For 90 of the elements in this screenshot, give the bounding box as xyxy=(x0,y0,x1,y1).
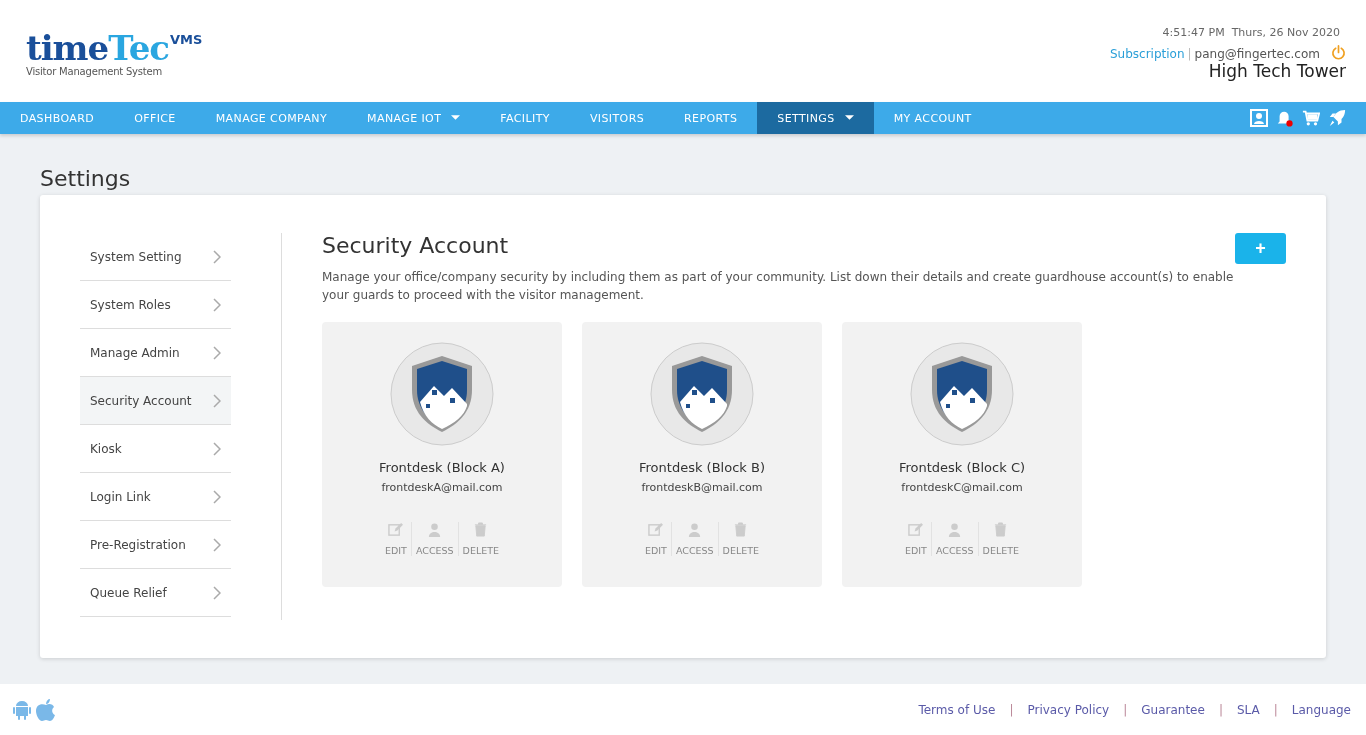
chevron-right-icon xyxy=(213,441,221,456)
separator: | xyxy=(1123,702,1128,717)
date-time: 4:51:47 PM Thurs, 26 Nov 2020 xyxy=(1162,26,1340,39)
delete-action[interactable]: DELETE xyxy=(457,522,503,556)
access-action[interactable]: ACCESS xyxy=(930,522,978,556)
edit-icon xyxy=(388,522,404,537)
bell-icon[interactable] xyxy=(1276,109,1294,127)
account-email: frontdeskB@mail.com xyxy=(641,481,763,494)
logo-tagline: Visitor Management System xyxy=(26,66,164,77)
separator: | xyxy=(1009,702,1014,717)
sidebar-item[interactable]: Security Account xyxy=(80,377,231,425)
chevron-right-icon xyxy=(213,537,221,552)
delete-action[interactable]: DELETE xyxy=(977,522,1023,556)
action-label: ACCESS xyxy=(415,545,454,556)
edit-action[interactable]: EDIT xyxy=(641,522,671,556)
section-title: Security Account xyxy=(322,233,509,258)
chevron-right-icon xyxy=(213,393,221,408)
nav-tab[interactable]: MANAGE COMPANY xyxy=(195,102,348,134)
account-name: Frontdesk (Block B) xyxy=(639,460,765,475)
contact-card-icon[interactable] xyxy=(1250,109,1268,127)
edit-icon xyxy=(908,522,924,537)
trash-icon xyxy=(473,522,489,537)
cart-icon[interactable] xyxy=(1302,109,1320,127)
footer-link[interactable]: SLA xyxy=(1236,702,1260,717)
action-label: DELETE xyxy=(982,545,1019,556)
separator: | xyxy=(1187,47,1192,61)
person-icon xyxy=(687,522,703,537)
nav-tab[interactable]: FACILITY xyxy=(480,102,570,134)
caret-icon[interactable] xyxy=(844,115,854,121)
sidebar-item[interactable]: Login Link xyxy=(80,473,231,521)
account-name: Frontdesk (Block A) xyxy=(379,460,505,475)
footer-link[interactable]: Guarantee xyxy=(1141,702,1205,717)
trash-icon xyxy=(993,522,1009,537)
footer-link[interactable]: Privacy Policy xyxy=(1027,702,1110,717)
section-description: Manage your office/company security by including them as part of your community. List down their details and create guardhouse account(s) to enable your guards to proceed with the visitor management. xyxy=(322,269,1235,304)
person-icon xyxy=(947,522,963,537)
caret-icon[interactable] xyxy=(451,115,461,121)
action-label: EDIT xyxy=(905,545,927,556)
separator: | xyxy=(1273,702,1278,717)
footer-link[interactable]: Language xyxy=(1291,702,1351,717)
shield-house-icon xyxy=(390,342,494,446)
account-email: frontdeskA@mail.com xyxy=(381,481,503,494)
action-label: ACCESS xyxy=(935,545,974,556)
add-button[interactable]: + xyxy=(1235,233,1286,264)
chevron-right-icon xyxy=(213,489,221,504)
logo-wordmark: timeTec xyxy=(26,30,169,66)
sidebar-item[interactable]: Queue Relief xyxy=(80,569,231,617)
trash-icon xyxy=(733,522,749,537)
rocket-icon[interactable] xyxy=(1328,109,1346,127)
shield-house-icon xyxy=(910,342,1014,446)
shield-house-icon xyxy=(650,342,754,446)
chevron-right-icon xyxy=(213,345,221,360)
sidebar-item[interactable]: System Roles xyxy=(80,281,231,329)
sidebar-item[interactable]: Kiosk xyxy=(80,425,231,473)
access-action[interactable]: ACCESS xyxy=(670,522,718,556)
person-icon xyxy=(427,522,443,537)
nav-tab[interactable]: SETTINGS xyxy=(757,102,874,134)
separator: | xyxy=(1218,702,1223,717)
edit-action[interactable]: EDIT xyxy=(381,522,411,556)
android-icon[interactable] xyxy=(12,698,32,721)
power-icon[interactable] xyxy=(1331,45,1346,60)
nav-tab[interactable]: MANAGE IOT xyxy=(347,102,481,134)
edit-action[interactable]: EDIT xyxy=(901,522,931,556)
chevron-right-icon xyxy=(213,249,221,264)
user-email: pang@fingertec.com xyxy=(1194,47,1320,61)
nav-tab[interactable]: REPORTS xyxy=(664,102,758,134)
nav-tab[interactable]: DASHBOARD xyxy=(0,102,115,134)
action-label: DELETE xyxy=(462,545,499,556)
page-title: Settings xyxy=(40,166,132,191)
sidebar-item[interactable]: System Setting xyxy=(80,233,231,281)
account-email: frontdeskC@mail.com xyxy=(901,481,1023,494)
nav-tab[interactable]: MY ACCOUNT xyxy=(873,102,992,134)
subscription-link[interactable]: Subscription xyxy=(1109,47,1185,61)
edit-icon xyxy=(648,522,664,537)
nav-tab[interactable]: OFFICE xyxy=(114,102,196,134)
action-label: ACCESS xyxy=(675,545,714,556)
access-action[interactable]: ACCESS xyxy=(410,522,458,556)
action-label: EDIT xyxy=(645,545,667,556)
account-name: Frontdesk (Block C) xyxy=(898,460,1026,475)
footer-link[interactable]: Terms of Use xyxy=(918,702,996,717)
action-label: EDIT xyxy=(385,545,407,556)
sidebar-item[interactable]: Pre-Registration xyxy=(80,521,231,569)
apple-icon[interactable] xyxy=(36,698,56,721)
delete-action[interactable]: DELETE xyxy=(717,522,763,556)
nav-tab[interactable]: VISITORS xyxy=(569,102,665,134)
logo-suffix-text: VMS xyxy=(169,32,203,47)
action-label: DELETE xyxy=(722,545,759,556)
chevron-right-icon xyxy=(213,585,221,600)
building-name: High Tech Tower xyxy=(1208,61,1346,81)
chevron-right-icon xyxy=(213,297,221,312)
